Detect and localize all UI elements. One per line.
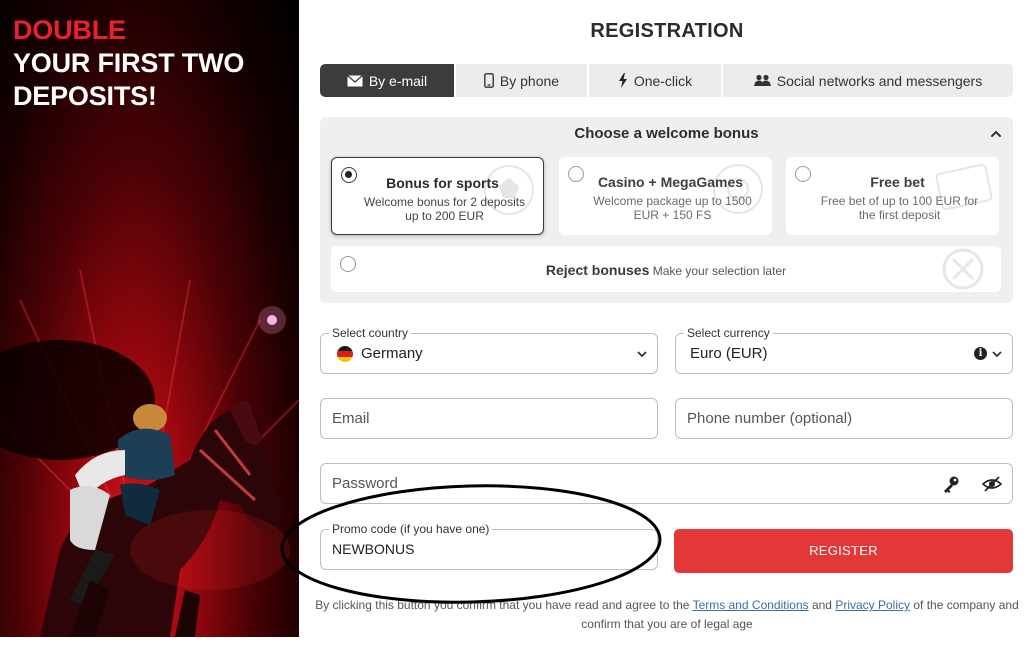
bonus-desc-line: up to 200 EUR: [405, 209, 484, 223]
eye-hidden-icon[interactable]: [982, 475, 1002, 493]
bonus-desc-line: Free bet of up to 100 EUR for: [820, 194, 979, 208]
privacy-policy-link[interactable]: Privacy Policy: [835, 598, 910, 612]
registration-form: REGISTRATION By e-mail By phone One-clic…: [280, 0, 1035, 654]
cross-circle-icon: [942, 248, 984, 290]
reject-bonuses-note: Make your selection later: [652, 264, 787, 278]
info-icon[interactable]: i: [974, 347, 987, 360]
bonus-card-casino[interactable]: Casino + MegaGames Welcome package up to…: [559, 157, 772, 235]
email-placeholder: Email: [332, 410, 370, 427]
chevron-down-icon: [992, 351, 1002, 358]
country-select[interactable]: Select country Germany: [320, 326, 658, 374]
tab-social-networks[interactable]: Social networks and messengers: [723, 64, 1013, 97]
phone-icon: [484, 73, 494, 88]
welcome-bonus-panel: Choose a welcome bonus Bonus for sports …: [320, 117, 1013, 303]
reject-bonuses-option[interactable]: Reject bonuses Make your selection later: [331, 246, 1001, 292]
email-field[interactable]: Email: [320, 398, 658, 439]
tab-by-phone[interactable]: By phone: [456, 64, 589, 97]
register-button[interactable]: REGISTER: [674, 529, 1013, 573]
tab-label: Social networks and messengers: [776, 72, 983, 89]
legal-text-before: By clicking this button you confirm that…: [315, 598, 693, 612]
terms-link[interactable]: Terms and Conditions: [693, 598, 809, 612]
bonus-card-description: Welcome package up to 1500 EUR + 150 FS: [581, 194, 764, 222]
legal-disclaimer: By clicking this button you confirm that…: [311, 596, 1023, 634]
promo-code-field[interactable]: Promo code (if you have one) NEWBONUS: [320, 522, 658, 570]
phone-field[interactable]: Phone number (optional): [675, 398, 1013, 439]
tab-one-click[interactable]: One-click: [589, 64, 723, 97]
bonus-card-sports[interactable]: Bonus for sports Welcome bonus for 2 dep…: [331, 157, 544, 235]
promo-line-3: DEPOSITS!: [13, 81, 157, 111]
country-label: Select country: [329, 326, 412, 340]
currency-label: Select currency: [684, 326, 773, 340]
reject-bonuses-title: Reject bonuses: [545, 262, 650, 278]
promo-banner: DOUBLE YOUR FIRST TWO DEPOSITS!: [0, 0, 299, 637]
tab-by-email[interactable]: By e-mail: [320, 64, 456, 97]
currency-value: Euro (EUR): [690, 345, 768, 362]
promo-line-2: YOUR FIRST TWO: [13, 48, 245, 78]
reject-bonuses-text: Reject bonuses Make your selection later: [331, 262, 1001, 278]
promo-headline: DOUBLE YOUR FIRST TWO DEPOSITS!: [13, 14, 244, 113]
currency-select[interactable]: Select currency Euro (EUR) i: [675, 326, 1013, 374]
tab-label: By phone: [499, 72, 560, 89]
key-icon[interactable]: [942, 475, 960, 493]
tab-label: By e-mail: [368, 72, 428, 89]
password-field[interactable]: Password: [320, 463, 1013, 504]
bonus-card-free-bet[interactable]: Free bet Free bet of up to 100 EUR for t…: [786, 157, 999, 235]
bonus-card-title: Bonus for sports: [386, 175, 499, 191]
password-placeholder: Password: [332, 475, 398, 492]
bonus-desc-line: the first deposit: [858, 208, 941, 222]
germany-flag-icon: [337, 346, 353, 362]
bonus-desc-line: Welcome package up to 1500: [593, 194, 752, 208]
page-title: REGISTRATION: [590, 20, 744, 42]
bonus-desc-line: EUR + 150 FS: [633, 208, 712, 222]
promo-code-value: NEWBONUS: [332, 541, 415, 557]
bonus-card-description: Free bet of up to 100 EUR for the first …: [808, 194, 991, 222]
phone-placeholder: Phone number (optional): [687, 410, 853, 427]
legal-text-and: and: [808, 598, 836, 612]
chevron-down-icon: [637, 351, 647, 358]
promo-code-label: Promo code (if you have one): [329, 522, 493, 536]
bonus-card-title: Free bet: [870, 174, 925, 190]
chevron-up-icon[interactable]: [989, 127, 1003, 141]
promo-line-accent: DOUBLE: [13, 15, 126, 45]
bonus-card-description: Welcome bonus for 2 deposits up to 200 E…: [354, 195, 535, 223]
people-icon: [753, 74, 771, 87]
bonus-card-title: Casino + MegaGames: [597, 174, 744, 190]
bonus-panel-title: Choose a welcome bonus: [574, 125, 759, 142]
lightning-icon: [618, 73, 628, 88]
tab-label: One-click: [633, 72, 693, 89]
envelope-icon: [346, 74, 363, 87]
jockey-horse-illustration: [40, 400, 290, 637]
bonus-desc-line: Welcome bonus for 2 deposits: [363, 195, 526, 209]
registration-method-tabs: By e-mail By phone One-click Social netw…: [320, 64, 1013, 97]
registration-page: DOUBLE YOUR FIRST TWO DEPOSITS! REGISTRA: [0, 0, 1035, 654]
country-value: Germany: [361, 345, 423, 362]
